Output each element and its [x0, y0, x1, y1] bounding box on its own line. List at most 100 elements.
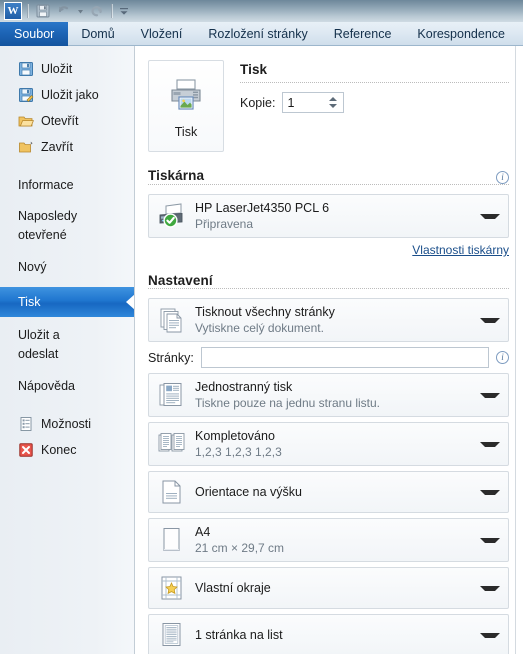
- info-icon[interactable]: i: [496, 351, 509, 364]
- print-settings-pane: Tisk Tisk Kopie: 1 Tiskárna i HP LaserJe…: [136, 46, 523, 654]
- sidebar-item-tisk[interactable]: Tisk: [0, 287, 134, 317]
- customize-qat-icon[interactable]: [118, 2, 130, 20]
- orientation-main: Orientace na výšku: [195, 484, 302, 499]
- duplex-sub: Tiskne pouze na jednu stranu listu.: [195, 395, 380, 410]
- sidebar-item-label: Zavřít: [41, 140, 73, 154]
- title-bar: W: [0, 0, 523, 22]
- info-icon[interactable]: i: [496, 171, 509, 184]
- spin-down-icon[interactable]: [329, 104, 338, 108]
- print-heading: Tisk: [240, 62, 268, 77]
- chevron-down-icon[interactable]: [480, 213, 500, 219]
- sidebar-item-label: Uložit: [41, 62, 73, 76]
- print-fields: Tisk Kopie:: [240, 60, 509, 113]
- word-backstage-print-screen: W Soubor Domů Vložení Rozložení stránky …: [0, 0, 523, 654]
- active-pointer-icon: [126, 294, 134, 310]
- chevron-down-icon[interactable]: [480, 585, 500, 591]
- paper-size-select[interactable]: A4 21 cm × 29,7 cm: [148, 518, 509, 562]
- collation-text: Kompletováno 1,2,3 1,2,3 1,2,3: [195, 429, 467, 460]
- copies-row: Kopie:: [240, 92, 509, 113]
- copies-spin-arrows[interactable]: [325, 93, 343, 112]
- printer-divider: [148, 184, 509, 185]
- print-range-select[interactable]: Tisknout všechny stránky Vytiskne celý d…: [148, 298, 509, 342]
- qat-separator-1: [27, 4, 29, 18]
- sidebar-item-moznosti[interactable]: Možnosti: [0, 411, 134, 437]
- pages-per-sheet-select[interactable]: 1 stránka na list: [148, 614, 509, 654]
- duplex-select[interactable]: Jednostranný tisk Tiskne pouze na jednu …: [148, 373, 509, 417]
- options-icon: [18, 416, 34, 432]
- sidebar-item-label: Uložit a odeslat: [18, 328, 60, 361]
- pane-divider: [515, 46, 516, 654]
- sidebar-item-naposledy-otevrene[interactable]: Naposledy otevřené: [0, 205, 134, 247]
- print-range-text: Tisknout všechny stránky Vytiskne celý d…: [195, 305, 467, 336]
- collation-select[interactable]: Kompletováno 1,2,3 1,2,3 1,2,3: [148, 422, 509, 466]
- sidebar-item-ulozit-jako[interactable]: Uložit jako: [0, 82, 134, 108]
- sidebar-item-ulozit-a-odeslat[interactable]: Uložit a odeslat: [0, 324, 134, 366]
- chevron-down-icon[interactable]: [480, 489, 500, 495]
- pages-stack-icon: [158, 305, 186, 335]
- sidebar-item-novy[interactable]: Nový: [0, 254, 134, 280]
- print-button[interactable]: Tisk: [148, 60, 224, 152]
- settings-divider: [148, 288, 509, 289]
- spin-up-icon[interactable]: [329, 97, 338, 101]
- settings-header-row: Nastavení: [148, 273, 509, 288]
- sidebar-item-label: Tisk: [18, 295, 41, 309]
- nav-spacer-5: [0, 317, 134, 324]
- undo-icon[interactable]: [55, 2, 73, 20]
- sidebar-item-napoveda[interactable]: Nápověda: [0, 373, 134, 399]
- word-app-logo[interactable]: W: [4, 2, 22, 20]
- pages-row: Stránky: i: [148, 347, 509, 368]
- printer-name: HP LaserJet4350 PCL 6: [195, 200, 330, 215]
- nav-spacer-4: [0, 280, 134, 287]
- tab-revize[interactable]: Revi: [518, 22, 523, 46]
- orientation-select[interactable]: Orientace na výšku: [148, 471, 509, 513]
- redo-icon[interactable]: [88, 2, 106, 20]
- margins-select[interactable]: Vlastní okraje: [148, 567, 509, 609]
- chevron-down-icon[interactable]: [480, 317, 500, 323]
- save-icon[interactable]: [34, 2, 52, 20]
- sidebar-item-otevrit[interactable]: Otevřít: [0, 108, 134, 134]
- tab-vlozeni[interactable]: Vložení: [128, 22, 196, 46]
- printer-icon: [166, 74, 206, 117]
- sidebar-item-zavrit[interactable]: Zavřít: [0, 134, 134, 160]
- printer-properties-link[interactable]: Vlastnosti tiskárny: [412, 243, 509, 257]
- chevron-down-icon[interactable]: [480, 392, 500, 398]
- chevron-down-icon[interactable]: [480, 441, 500, 447]
- tab-soubor[interactable]: Soubor: [0, 22, 69, 46]
- tab-rozlozeni-stranky[interactable]: Rozložení stránky: [195, 22, 320, 46]
- printer-select[interactable]: HP LaserJet4350 PCL 6 Připravena: [148, 194, 509, 238]
- print-range-main: Tisknout všechny stránky: [195, 304, 335, 319]
- print-button-label: Tisk: [174, 124, 198, 139]
- copies-stepper[interactable]: [282, 92, 345, 113]
- chevron-down-icon[interactable]: [480, 537, 500, 543]
- orientation-text: Orientace na výšku: [195, 485, 467, 500]
- sidebar-item-label: Uložit jako: [41, 88, 99, 102]
- printer-ready-icon: [158, 201, 186, 231]
- tab-korespondence[interactable]: Korespondence: [404, 22, 518, 46]
- sidebar-item-konec[interactable]: Konec: [0, 437, 134, 463]
- nav-spacer-3: [0, 247, 134, 254]
- copies-label: Kopie:: [240, 95, 276, 110]
- copies-input[interactable]: [283, 93, 326, 112]
- chevron-down-icon[interactable]: [480, 632, 500, 638]
- nav-spacer-6: [0, 366, 134, 373]
- tab-domu[interactable]: Domů: [68, 22, 127, 46]
- undo-dropdown-icon[interactable]: [76, 2, 85, 20]
- sidebar-item-informace[interactable]: Informace: [0, 172, 134, 198]
- paper-size-sub: 21 cm × 29,7 cm: [195, 540, 285, 555]
- ribbon-tab-strip: Soubor Domů Vložení Rozložení stránky Re…: [0, 22, 523, 46]
- printer-info: HP LaserJet4350 PCL 6 Připravena: [195, 201, 467, 232]
- tab-reference[interactable]: Reference: [321, 22, 405, 46]
- sidebar-item-label: Nápověda: [18, 379, 75, 393]
- margins-main: Vlastní okraje: [195, 580, 271, 595]
- backstage-sidebar: Uložit Uložit jako Otevřít Zavřít Inform…: [0, 46, 135, 654]
- print-range-sub: Vytiskne celý dokument.: [195, 320, 324, 335]
- paper-icon: [158, 525, 186, 555]
- backstage-nav-list: Uložit Uložit jako Otevřít Zavřít Inform…: [0, 46, 134, 463]
- printer-heading: Tiskárna: [148, 168, 205, 183]
- sidebar-item-ulozit[interactable]: Uložit: [0, 56, 134, 82]
- settings-heading: Nastavení: [148, 273, 213, 288]
- sidebar-item-label: Informace: [18, 178, 74, 192]
- floppy-disk-icon: [18, 61, 34, 77]
- margins-text: Vlastní okraje: [195, 581, 467, 596]
- pages-input[interactable]: [200, 347, 489, 368]
